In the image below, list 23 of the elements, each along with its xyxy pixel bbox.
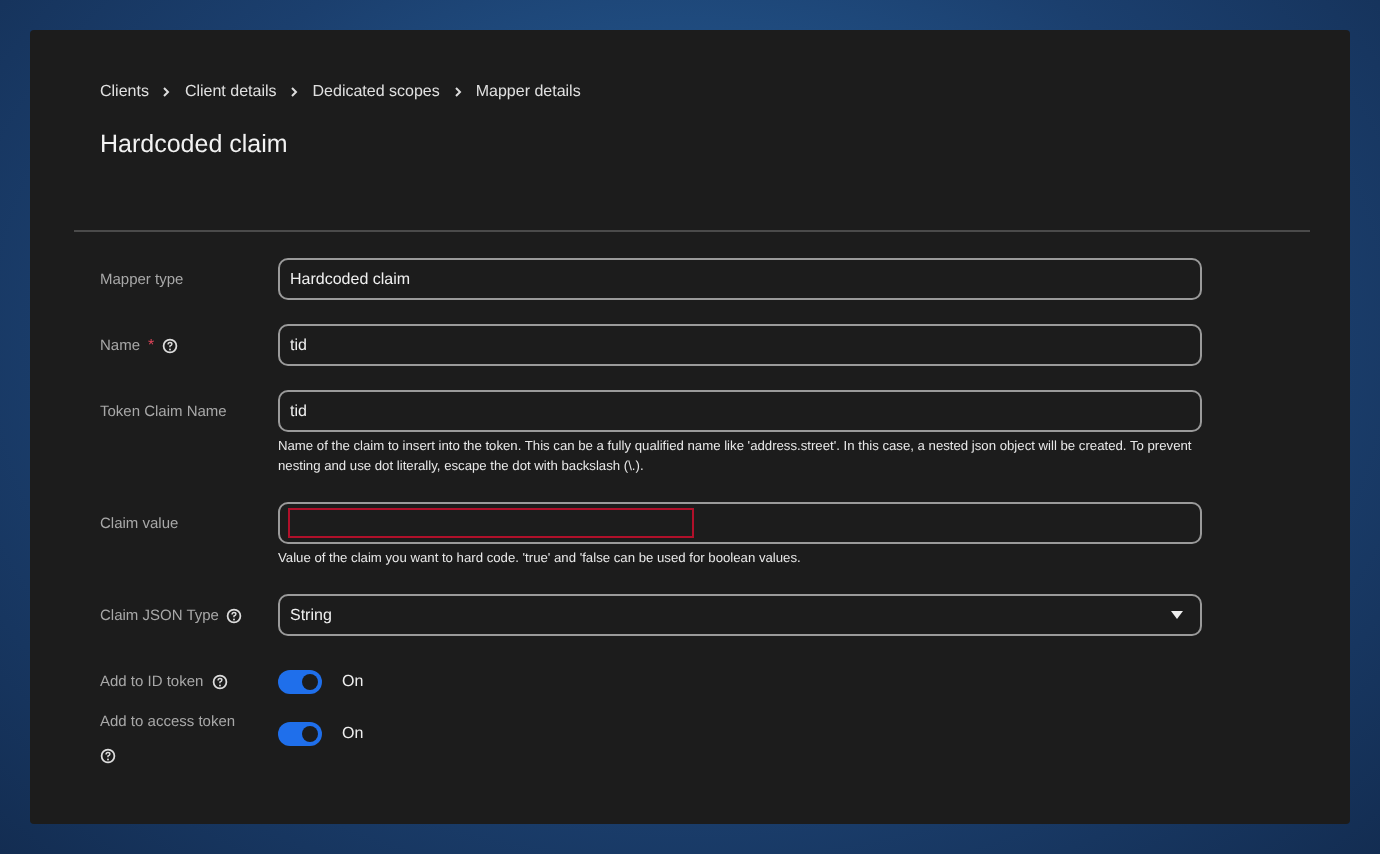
toggle-switch[interactable] <box>278 721 322 745</box>
page-title: Hardcoded claim <box>100 130 290 158</box>
text-field[interactable]: Hardcoded claim <box>278 258 1202 300</box>
breadcrumb-link[interactable]: Mapper details <box>475 82 581 100</box>
breadcrumb-link[interactable]: Client details <box>184 82 277 100</box>
help-icon[interactable] <box>162 337 179 353</box>
text-field[interactable]: tid <box>278 324 1202 366</box>
text-field[interactable] <box>278 502 1202 544</box>
chevron-icon <box>451 85 464 97</box>
select-field[interactable]: String <box>278 594 1202 636</box>
help-icon[interactable] <box>226 607 243 623</box>
toggle-state: On <box>342 724 364 742</box>
breadcrumb-link[interactable]: Dedicated scopes <box>312 82 440 100</box>
help-icon[interactable] <box>211 673 228 689</box>
caret-icon <box>1170 610 1184 620</box>
help-icon[interactable] <box>100 748 116 764</box>
breadcrumb-link[interactable]: Clients <box>100 82 149 100</box>
chevron-icon <box>160 85 173 97</box>
chevron-icon <box>288 85 301 97</box>
required-mark: * <box>148 336 155 354</box>
toggle-state: On <box>342 672 364 690</box>
toggle-switch[interactable] <box>278 669 322 693</box>
text-field[interactable]: tid <box>278 390 1202 432</box>
